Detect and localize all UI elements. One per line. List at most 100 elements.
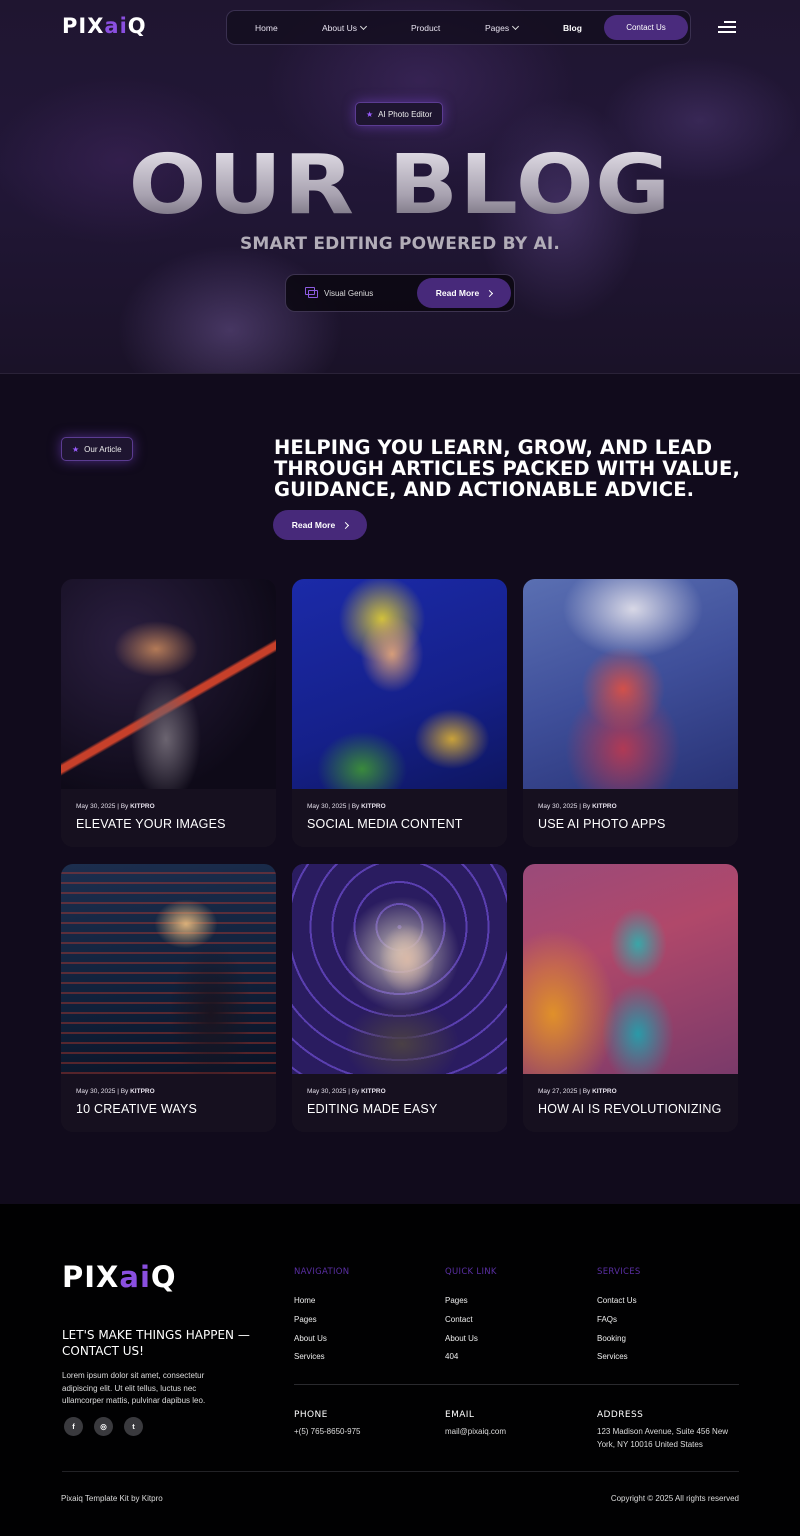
twitter-icon[interactable]: t xyxy=(124,1417,143,1436)
logo-text-ai: ai xyxy=(104,14,128,38)
footer-col-heading: QUICK LINK xyxy=(445,1267,497,1277)
article-image xyxy=(523,864,738,1074)
nav-product[interactable]: Product xyxy=(411,23,440,33)
article-date: May 30, 2025 | By xyxy=(307,1088,362,1095)
article-date: May 30, 2025 | By xyxy=(76,803,131,810)
hero-subtitle: SMART EDITING POWERED BY AI. xyxy=(239,234,561,254)
footer-link[interactable]: Pages xyxy=(445,1296,478,1315)
article-meta: May 30, 2025 | By KITPRO xyxy=(76,1088,155,1095)
footer-link[interactable]: About Us xyxy=(445,1334,478,1353)
star-icon: ★ xyxy=(72,444,80,454)
footer-link[interactable]: Home xyxy=(294,1296,327,1315)
nav-product-label: Product xyxy=(411,23,441,33)
footer-link[interactable]: 404 xyxy=(445,1352,478,1371)
nav-blog-label: Blog xyxy=(563,23,582,33)
article-author: KITPRO xyxy=(130,803,155,810)
logo-text-q: Q xyxy=(127,14,147,38)
page: PIXaiQ Home About Us Product Pages Blog … xyxy=(0,0,800,1536)
article-image xyxy=(61,579,276,789)
logo-text-ai: ai xyxy=(119,1260,151,1294)
phone-value[interactable]: +(5) 765-8650-975 xyxy=(294,1426,361,1439)
footer-link[interactable]: FAQs xyxy=(597,1315,637,1334)
article-date: May 30, 2025 | By xyxy=(307,803,362,810)
article-info: May 27, 2025 | By KITPRO HOW AI IS REVOL… xyxy=(523,1074,738,1132)
articles-read-more-button[interactable]: Read More xyxy=(273,510,367,540)
article-meta: May 30, 2025 | By KITPRO xyxy=(307,1088,386,1095)
article-author: KITPRO xyxy=(361,1088,386,1095)
footer-bottom-divider xyxy=(62,1471,739,1472)
footer-nav-list: Home Pages About Us Services xyxy=(294,1296,327,1371)
nav-home[interactable]: Home xyxy=(255,23,278,33)
chevron-right-icon xyxy=(486,289,494,297)
footer-link[interactable]: Pages xyxy=(294,1315,327,1334)
footer-divider xyxy=(294,1384,739,1385)
logo-text-pix: PIX xyxy=(62,1260,120,1294)
footer-logo[interactable]: PIXaiQ xyxy=(62,1260,177,1294)
footer-link[interactable]: Contact Us xyxy=(597,1296,637,1315)
email-heading: EMAIL xyxy=(445,1410,475,1420)
footer-description: Lorem ipsum dolor sit amet, consectetur … xyxy=(62,1371,206,1405)
chevron-down-icon xyxy=(359,22,368,31)
phone-heading: PHONE xyxy=(294,1410,328,1420)
instagram-icon[interactable]: ◎ xyxy=(94,1417,113,1436)
article-image xyxy=(61,864,276,1074)
article-title: HOW AI IS REVOLUTIONIZING xyxy=(538,1102,722,1116)
menu-icon[interactable] xyxy=(718,21,736,34)
article-author: KITPRO xyxy=(361,803,386,810)
article-date: May 30, 2025 | By xyxy=(538,803,593,810)
article-image xyxy=(523,579,738,789)
nav-pages-label: Pages xyxy=(485,23,510,33)
footer-services-list: Contact Us FAQs Booking Services xyxy=(597,1296,637,1371)
article-date: May 30, 2025 | By xyxy=(76,1088,131,1095)
article-info: May 30, 2025 | By KITPRO USE AI PHOTO AP… xyxy=(523,789,738,847)
article-author: KITPRO xyxy=(592,803,617,810)
footer-quick-list: Pages Contact About Us 404 xyxy=(445,1296,478,1371)
article-card[interactable]: May 30, 2025 | By KITPRO 10 CREATIVE WAY… xyxy=(61,864,276,1132)
footer-link[interactable]: About Us xyxy=(294,1334,327,1353)
articles-heading: HELPING YOU LEARN, GROW, AND LEAD THROUG… xyxy=(274,436,740,501)
footer-link[interactable]: Services xyxy=(597,1352,637,1371)
footer-link[interactable]: Services xyxy=(294,1352,327,1371)
footer-link[interactable]: Contact xyxy=(445,1315,478,1334)
article-card[interactable]: May 30, 2025 | By KITPRO SOCIAL MEDIA CO… xyxy=(292,579,507,847)
article-meta: May 30, 2025 | By KITPRO xyxy=(538,803,617,810)
facebook-icon[interactable]: f xyxy=(64,1417,83,1436)
footer-link[interactable]: Booking xyxy=(597,1334,637,1353)
article-card[interactable]: May 30, 2025 | By KITPRO EDITING MADE EA… xyxy=(292,864,507,1132)
address-value: 123 Madison Avenue, Suite 456 New York, … xyxy=(597,1427,729,1449)
nav-pages[interactable]: Pages xyxy=(485,22,520,33)
logo-text-q: Q xyxy=(150,1260,177,1294)
chevron-right-icon xyxy=(342,521,350,529)
page-title: OUR BLOG xyxy=(0,138,800,233)
article-meta: May 30, 2025 | By KITPRO xyxy=(307,803,386,810)
hero-cta-box: Visual Genius Read More xyxy=(285,274,515,312)
article-info: May 30, 2025 | By KITPRO SOCIAL MEDIA CO… xyxy=(292,789,507,847)
article-author: KITPRO xyxy=(592,1088,617,1095)
star-icon: ★ xyxy=(366,109,374,119)
nav-about-us[interactable]: About Us xyxy=(322,22,368,33)
nav-home-label: Home xyxy=(255,23,278,33)
site-footer: PIXaiQ LET'S MAKE THINGS HAPPEN — CONTAC… xyxy=(0,1204,800,1536)
chevron-down-icon xyxy=(512,22,520,31)
footer-copyright: Copyright © 2025 All rights reserved xyxy=(610,1494,739,1503)
article-card[interactable]: May 30, 2025 | By KITPRO USE AI PHOTO AP… xyxy=(523,579,738,847)
brand-logo[interactable]: PIXaiQ xyxy=(62,14,147,38)
article-info: May 30, 2025 | By KITPRO ELEVATE YOUR IM… xyxy=(61,789,276,847)
hero-read-more-label: Read More xyxy=(435,288,480,298)
contact-us-label: Contact Us xyxy=(626,23,666,32)
hero-read-more-button[interactable]: Read More xyxy=(417,278,511,308)
article-title: EDITING MADE EASY xyxy=(307,1102,438,1116)
email-value[interactable]: mail@pixaiq.com xyxy=(445,1426,506,1439)
hero-badge-label: AI Photo Editor xyxy=(378,109,432,119)
contact-us-button[interactable]: Contact Us xyxy=(604,15,688,40)
article-card[interactable]: May 30, 2025 | By KITPRO ELEVATE YOUR IM… xyxy=(61,579,276,847)
article-card[interactable]: May 27, 2025 | By KITPRO HOW AI IS REVOL… xyxy=(523,864,738,1132)
hero-cta-label: Visual Genius xyxy=(305,286,373,298)
footer-credit: Pixaiq Template Kit by Kitpro xyxy=(61,1494,163,1503)
nav-blog[interactable]: Blog xyxy=(563,23,582,33)
article-date: May 27, 2025 | By xyxy=(538,1088,593,1095)
article-image xyxy=(292,579,507,789)
nav-about-label: About Us xyxy=(322,23,357,33)
articles-badge-label: Our Article xyxy=(84,444,122,454)
article-title: SOCIAL MEDIA CONTENT xyxy=(307,817,463,831)
